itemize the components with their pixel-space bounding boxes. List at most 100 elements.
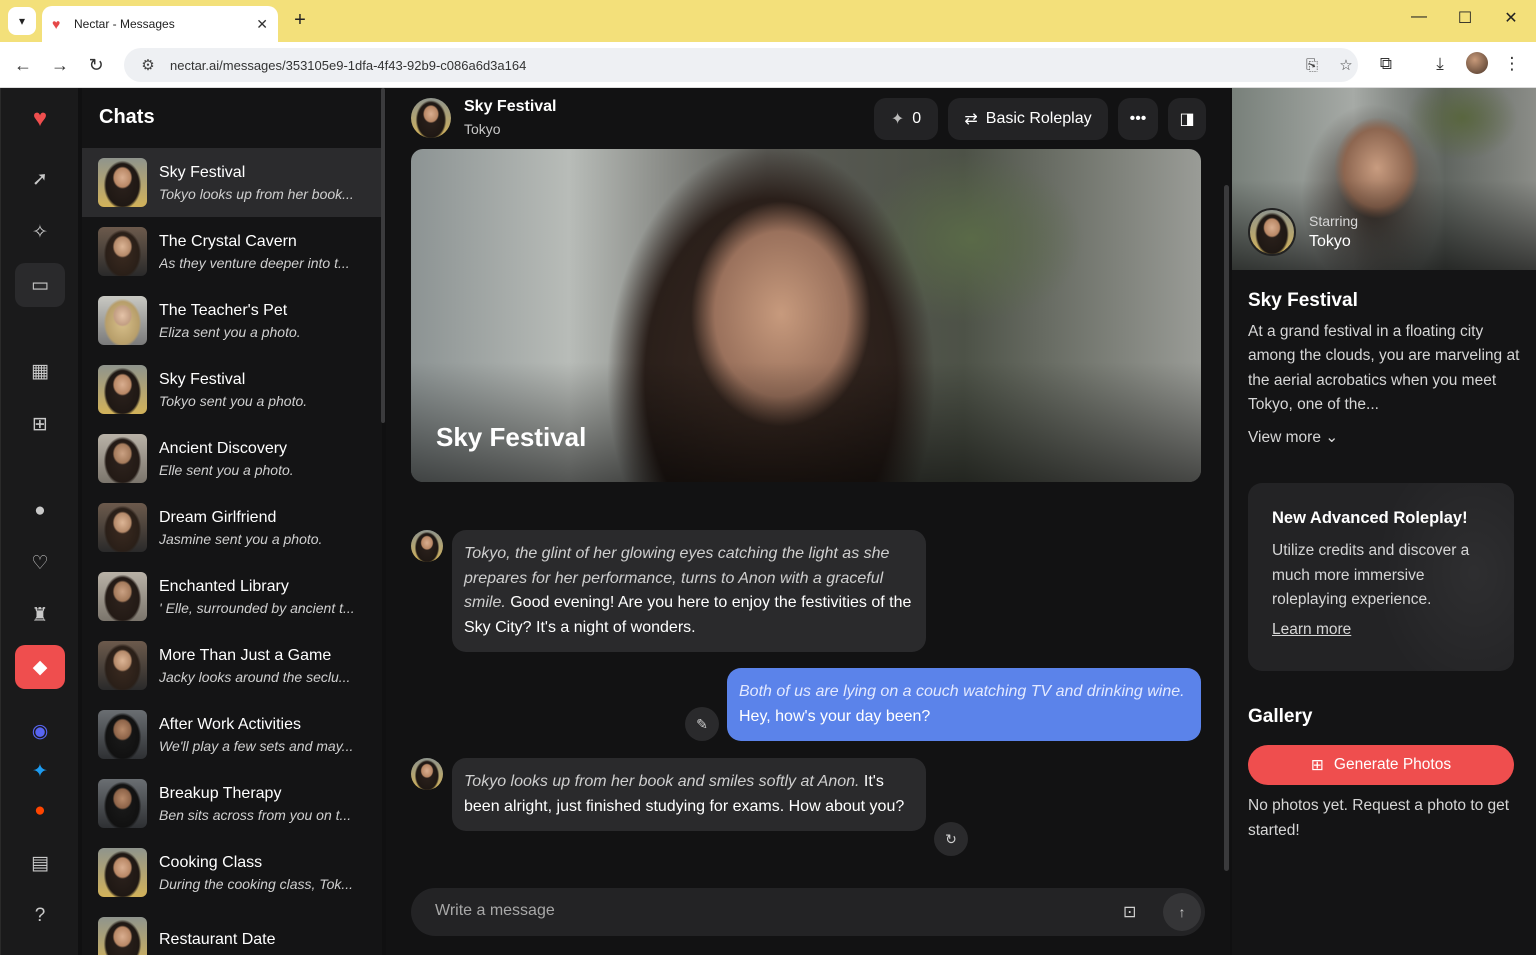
trophy-icon[interactable]: ♜ [15,593,65,637]
chat-item[interactable]: Sky Festival Tokyo sent you a photo. [82,355,382,424]
install-app-icon[interactable]: ⎘ [1300,57,1324,74]
chat-item[interactable]: Sky Festival Tokyo looks up from her book… [82,148,382,217]
view-more-button[interactable]: View more ⌄ [1248,428,1338,447]
chat-item[interactable]: More Than Just a Game Jacky looks around … [82,631,382,700]
promo-title: New Advanced Roleplay! [1272,509,1468,527]
generate-photos-button[interactable]: ⊞ Generate Photos [1248,745,1514,785]
swap-icon: ⇄ [964,111,978,128]
starring-avatar[interactable] [1248,208,1296,256]
view-more-label: View more [1248,429,1321,446]
browser-toolbar: ← → ↻ ⚙ nectar.ai/messages/353105e9-1dfa… [0,42,1536,88]
browser-tab[interactable]: ♥ Nectar - Messages ✕ [42,6,278,42]
more-dots-icon: ••• [1129,110,1147,127]
icon-rail: ♥ ➚ ✧ ▭ ▦ ⊞ ● ♡ ♜ ◆ ◉ ✦ ● ▤ ? [0,88,78,955]
more-options-button[interactable]: ••• [1118,98,1158,140]
close-window-icon[interactable]: ✕ [1496,8,1526,28]
maximize-icon[interactable]: ☐ [1450,8,1480,28]
user-icon[interactable]: ● [15,489,65,533]
chat-item[interactable]: Dream Girlfriend Jasmine sent you a photo… [82,493,382,562]
chat-preview: During the cooking class, Tok... [159,875,354,892]
chat-name: Dream Girlfriend [159,508,277,526]
nectar-logo-icon[interactable]: ♥ [15,97,65,141]
chat-item[interactable]: The Teacher's Pet Eliza sent you a photo. [82,286,382,355]
chats-scrollbar[interactable] [381,88,385,423]
download-icon[interactable]: ⤓ [1428,54,1452,74]
new-tab-button[interactable]: + [288,8,312,32]
promo-body: Utilize credits and discover a much more… [1272,542,1470,608]
back-icon[interactable]: ← [10,52,36,78]
chat-preview: Jacky looks around the seclu... [159,668,351,685]
extensions-icon[interactable]: ⧉ [1374,54,1398,74]
chat-item[interactable]: The Crystal Cavern As they venture deeper… [82,217,382,286]
docs-icon[interactable]: ▤ [15,841,65,885]
chat-preview: Ben sits across from you on t... [159,806,352,823]
browser-tabbar: ▾ ♥ Nectar - Messages ✕ + — ☐ ✕ [0,0,1536,42]
scenario-description: At a grand festival in a floating city a… [1248,323,1520,413]
tab-search-button[interactable]: ▾ [8,7,36,35]
chat-item[interactable]: Ancient Discovery Elle sent you a photo. [82,424,382,493]
edit-message-button[interactable]: ✎ [685,707,719,741]
conversation-title: Sky Festival [464,98,557,115]
sparkle-icon[interactable]: ✧ [15,210,65,254]
rocket-icon[interactable]: ➚ [15,157,65,201]
bot-message: Tokyo looks up from her book and smiles … [452,758,926,831]
chat-avatar [98,503,147,552]
reload-icon[interactable]: ↻ [83,52,109,78]
chat-preview: As they venture deeper into t... [159,254,350,271]
chat-item[interactable]: Breakup Therapy Ben sits across from you … [82,769,382,838]
close-tab-icon[interactable]: ✕ [256,16,268,33]
chat-preview: Tokyo sent you a photo. [159,392,308,409]
image-request-icon[interactable]: ⊡ [1123,902,1136,922]
grid-icon[interactable]: ▦ [15,349,65,393]
narration-text: Both of us are lying on a couch watching… [739,683,1185,700]
bot-avatar [411,758,443,790]
add-square-icon[interactable]: ⊞ [15,402,65,446]
profile-avatar[interactable] [1466,52,1488,74]
learn-more-link[interactable]: Learn more [1272,621,1351,639]
help-icon[interactable]: ? [15,894,65,938]
menu-dots-icon[interactable]: ⋮ [1500,54,1524,74]
toggle-sidebar-button[interactable]: ◨ [1168,98,1206,140]
minimize-icon[interactable]: — [1404,8,1434,26]
mode-label: Basic Roleplay [985,110,1092,127]
bookmark-star-icon[interactable]: ☆ [1334,56,1358,74]
message-input[interactable]: Write a message [435,902,555,920]
mode-button[interactable]: ⇄ Basic Roleplay [948,98,1108,140]
starring-label: Starring [1309,213,1359,229]
chat-item[interactable]: Cooking Class During the cooking class, T… [82,838,382,907]
app-root: ♥ ➚ ✧ ▭ ▦ ⊞ ● ♡ ♜ ◆ ◉ ✦ ● ▤ ? Chats Sky … [0,88,1536,955]
character-name: Tokyo [464,121,501,137]
chat-name: Sky Festival [159,370,246,388]
chat-item[interactable]: Restaurant Date [82,907,382,955]
discord-icon[interactable]: ◉ [15,709,65,753]
reddit-icon[interactable]: ● [15,789,65,833]
heart-icon[interactable]: ♡ [15,541,65,585]
conversation-scrollbar[interactable] [1224,185,1229,871]
chat-item[interactable]: Enchanted Library ' Elle, surrounded by a… [82,562,382,631]
sparkle-icon: ✦ [890,111,905,128]
arrow-up-icon: ↑ [1178,904,1186,920]
premium-gem-icon[interactable]: ◆ [15,645,65,689]
chat-avatar [98,779,147,828]
chat-avatar [98,641,147,690]
credits-button[interactable]: ✦ 0 [874,98,938,140]
chat-preview: ' Elle, surrounded by ancient t... [159,599,355,616]
sidebar-toggle-icon: ◨ [1179,111,1195,128]
message-composer[interactable]: Write a message ⊡ ↑ [411,888,1205,936]
chat-name: The Teacher's Pet [159,301,288,319]
twitter-icon[interactable]: ✦ [15,749,65,793]
send-button[interactable]: ↑ [1163,893,1201,931]
messages-icon[interactable]: ▭ [15,263,65,307]
gallery-title: Gallery [1248,706,1313,727]
chat-name: Cooking Class [159,853,263,871]
starring-name[interactable]: Tokyo [1309,233,1351,251]
regenerate-button[interactable]: ↻ [934,822,968,856]
address-bar[interactable]: ⚙ nectar.ai/messages/353105e9-1dfa-4f43-… [124,48,1358,82]
forward-icon[interactable]: → [47,52,73,78]
chat-avatar [98,917,147,955]
site-info-icon[interactable]: ⚙ [136,56,160,74]
character-avatar[interactable] [411,98,451,138]
scenario-banner: Sky Festival [411,149,1201,482]
pencil-icon: ✎ [696,715,708,732]
chat-item[interactable]: After Work Activities We'll play a few se… [82,700,382,769]
